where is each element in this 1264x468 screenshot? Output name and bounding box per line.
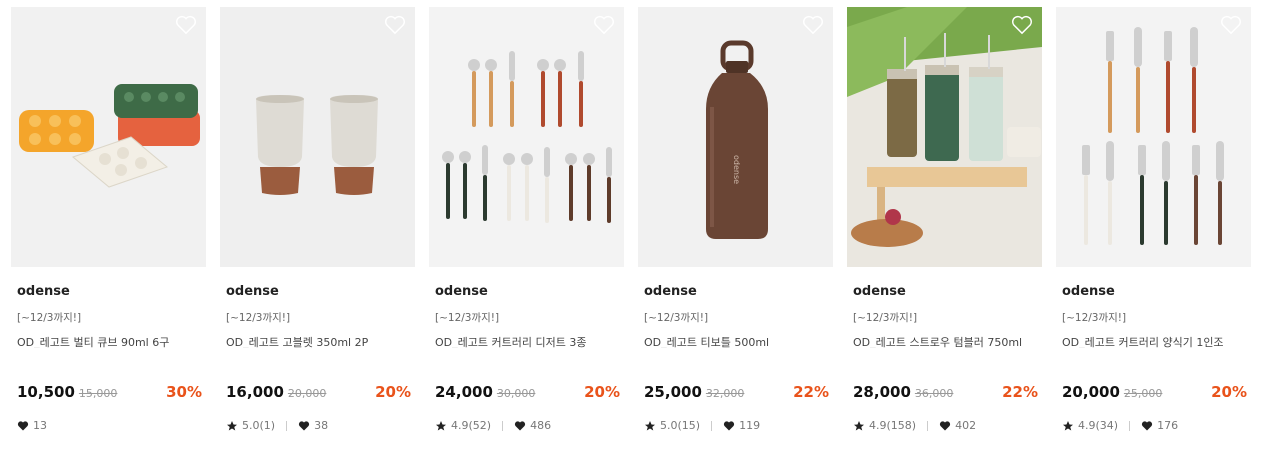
sale-price: 10,500 [17,383,75,401]
product-image[interactable] [847,7,1042,267]
promo-text: [~12/3까지!] [644,312,709,324]
promo-text: [~12/3까지!] [1062,312,1127,324]
like-count: 13 [33,419,47,432]
product-card[interactable]: odense [~12/3까지!] OD_레고트 스트로우 텀블러 750ml … [847,7,1042,447]
product-name[interactable]: OD_레고트 티보틀 500ml [644,334,829,348]
original-price: 15,000 [78,387,118,400]
star-icon [1063,420,1073,430]
brand-name: odense [435,284,488,299]
heart-icon [298,420,310,430]
product-name[interactable]: OD_레고트 커트러리 디저트 3종 [435,334,620,348]
product-name[interactable]: OD_레고트 벌티 큐브 90ml 6구 [17,334,202,348]
brand-name: odense [226,284,279,299]
original-price: 30,000 [496,387,536,400]
rating: 4.9(52) [451,419,492,432]
sale-price: 25,000 [644,383,702,401]
rating: 5.0(15) [660,419,701,432]
rating: 4.9(34) [1078,419,1119,432]
heart-icon [1141,420,1153,430]
heart-outline-icon[interactable] [593,15,615,35]
discount-rate: 20% [1211,383,1247,401]
bottle-image: odense [638,7,833,267]
heart-icon [723,420,735,430]
product-name[interactable]: OD_레고트 고블렛 350ml 2P [226,334,411,348]
like-count: 402 [955,419,977,432]
divider [1129,420,1131,431]
brand-name: odense [1062,284,1115,299]
rating: 4.9(158) [869,419,917,432]
promo-text: [~12/3까지!] [17,312,82,324]
brand-name: odense [853,284,906,299]
discount-rate: 22% [793,383,829,401]
cutlery-image [429,7,624,267]
discount-rate: 20% [375,383,411,401]
heart-icon [939,420,951,430]
heart-outline-icon[interactable] [1011,15,1033,35]
discount-rate: 22% [1002,383,1038,401]
original-price: 20,000 [287,387,327,400]
product-image[interactable] [11,7,206,267]
like-count: 176 [1157,419,1179,432]
star-icon [227,420,237,430]
heart-outline-icon[interactable] [384,15,406,35]
like-count: 38 [314,419,329,432]
promo-text: [~12/3까지!] [435,312,500,324]
ice-cube-tray-image [11,7,206,267]
product-image[interactable]: odense [638,7,833,267]
product-name[interactable]: OD_레고트 스트로우 텀블러 750ml [853,334,1038,348]
original-price: 36,000 [914,387,954,400]
original-price: 32,000 [705,387,745,400]
sale-price: 20,000 [1062,383,1120,401]
divider [502,420,504,431]
tumbler-picnic-image [847,7,1042,267]
product-card[interactable]: odense [~12/3까지!] OD_레고트 고블렛 350ml 2P 16… [220,7,415,447]
star-icon [436,420,446,430]
divider [927,420,929,431]
heart-outline-icon[interactable] [802,15,824,35]
heart-icon [514,420,526,430]
discount-rate: 30% [166,383,202,401]
heart-outline-icon[interactable] [175,15,197,35]
promo-text: [~12/3까지!] [226,312,291,324]
product-image[interactable] [220,7,415,267]
star-icon [645,420,655,430]
like-count: 119 [739,419,761,432]
divider [286,420,288,431]
product-card[interactable]: odense [~12/3까지!] OD_레고트 벌티 큐브 90ml 6구 1… [11,7,206,447]
like-count: 486 [530,419,552,432]
rating: 5.0(1) [242,419,276,432]
heart-outline-icon[interactable] [1220,15,1242,35]
product-image[interactable] [429,7,624,267]
product-name[interactable]: OD_레고트 커트러리 양식기 1인조 [1062,334,1247,348]
sale-price: 28,000 [853,383,911,401]
original-price: 25,000 [1123,387,1163,400]
product-card[interactable]: odense odense [~12/3까지!] OD_레고트 티보틀 500m… [638,7,833,447]
product-card[interactable]: odense [~12/3까지!] OD_레고트 커트러리 디저트 3종 24,… [429,7,624,447]
discount-rate: 20% [584,383,620,401]
brand-name: odense [644,284,697,299]
cutlery-image [1056,7,1251,267]
product-card[interactable]: odense [~12/3까지!] OD_레고트 커트러리 양식기 1인조 20… [1056,7,1251,447]
sale-price: 16,000 [226,383,284,401]
product-image[interactable] [1056,7,1251,267]
star-icon [854,420,864,430]
svg-text:odense: odense [732,155,741,184]
cup-image [220,7,415,267]
heart-icon [17,420,29,430]
sale-price: 24,000 [435,383,493,401]
promo-text: [~12/3까지!] [853,312,918,324]
product-grid: odense [~12/3까지!] OD_레고트 벌티 큐브 90ml 6구 1… [11,7,1251,447]
brand-name: odense [17,284,70,299]
divider [711,420,713,431]
